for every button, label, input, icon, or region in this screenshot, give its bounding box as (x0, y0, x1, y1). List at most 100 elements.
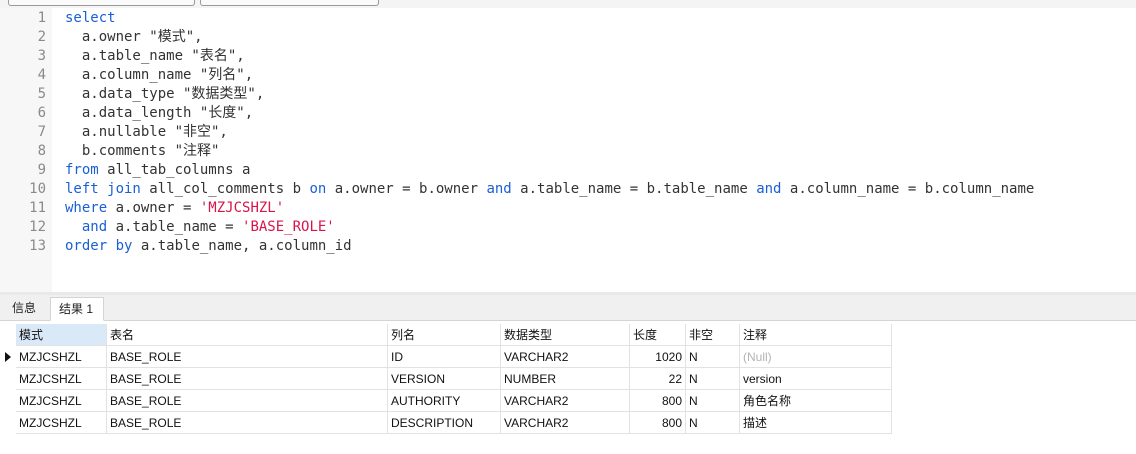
tab-info[interactable]: 信息 (4, 297, 44, 319)
sql-keyword: and (756, 181, 782, 197)
table-cell[interactable]: BASE_ROLE (107, 368, 388, 390)
code-line[interactable]: 4 a.column_name "列名", (0, 66, 1136, 85)
code-text: a.column_name "列名", (65, 66, 253, 85)
line-number: 7 (37, 124, 46, 140)
table-cell[interactable]: 1020 (630, 346, 686, 368)
code-text: and a.table_name = 'BASE_ROLE' (65, 218, 335, 237)
sql-text: a.data_type "数据类型", (65, 86, 265, 102)
sql-keyword: on (309, 181, 327, 197)
table-cell[interactable]: VARCHAR2 (501, 346, 630, 368)
table-cell[interactable]: version (740, 368, 892, 390)
sql-text: a.table_name = b.table_name (511, 181, 757, 197)
code-text: a.data_length "长度", (65, 104, 253, 123)
column-header[interactable]: 长度 (630, 324, 686, 346)
table-cell[interactable]: 800 (630, 412, 686, 434)
column-header[interactable]: 列名 (388, 324, 501, 346)
table-cell[interactable]: BASE_ROLE (107, 412, 388, 434)
line-number: 4 (37, 67, 46, 83)
table-cell[interactable]: 800 (630, 390, 686, 412)
column-header[interactable]: 模式 (16, 324, 107, 346)
sql-keyword: order by (65, 238, 133, 254)
code-line[interactable]: 8 b.comments "注释" (0, 142, 1136, 161)
line-number: 13 (29, 238, 46, 254)
table-cell[interactable]: DESCRIPTION (388, 412, 501, 434)
table-cell[interactable]: ID (388, 346, 501, 368)
sql-text: a.data_length "长度", (65, 105, 254, 121)
sql-text: all_tab_columns a (98, 162, 251, 178)
code-text: a.owner "模式", (65, 28, 203, 47)
sql-text: b.comments "注释" (65, 143, 220, 159)
sql-keyword: from (65, 162, 99, 178)
code-line[interactable]: 12 and a.table_name = 'BASE_ROLE' (0, 218, 1136, 237)
table-cell[interactable]: MZJCSHZL (16, 346, 107, 368)
code-line[interactable]: 9 from all_tab_columns a (0, 161, 1136, 180)
column-header[interactable]: 表名 (107, 324, 388, 346)
code-line[interactable]: 7 a.nullable "非空", (0, 123, 1136, 142)
sql-keyword: left join (65, 181, 141, 197)
table-cell[interactable]: NUMBER (501, 368, 630, 390)
code-line[interactable]: 6 a.data_length "长度", (0, 104, 1136, 123)
table-cell[interactable]: N (686, 390, 740, 412)
table-cell[interactable]: VARCHAR2 (501, 390, 630, 412)
code-line[interactable]: 13 order by a.table_name, a.column_id (0, 237, 1136, 256)
current-row-indicator (0, 346, 16, 368)
code-line[interactable]: 2 a.owner "模式", (0, 28, 1136, 47)
table-row[interactable]: MZJCSHZL BASE_ROLE VERSION NUMBER 22 Nversion (0, 368, 892, 390)
toolbar-button-right[interactable] (200, 0, 379, 6)
code-text: b.comments "注释" (65, 142, 220, 161)
table-cell[interactable]: MZJCSHZL (16, 390, 107, 412)
table-cell[interactable]: VARCHAR2 (501, 412, 630, 434)
code-text: from all_tab_columns a (65, 161, 250, 180)
result-tabs: 信息 结果 1 (0, 295, 1136, 321)
code-line[interactable]: 11 where a.owner = 'MZJCSHZL' (0, 199, 1136, 218)
code-text: order by a.table_name, a.column_id (65, 237, 352, 256)
top-toolbar (0, 0, 1136, 8)
sql-text: all_col_comments b (140, 181, 310, 197)
sql-text: a.nullable "非空", (65, 124, 228, 140)
table-cell[interactable]: 描述 (740, 412, 892, 434)
table-cell[interactable]: AUTHORITY (388, 390, 501, 412)
sql-editor[interactable]: 1 select 2 a.owner "模式", 3 a.table_name "表名… (0, 8, 1136, 292)
table-cell[interactable]: BASE_ROLE (107, 346, 388, 368)
code-text: left join all_col_comments b on a.owner … (65, 180, 1034, 199)
column-header[interactable]: 非空 (686, 324, 740, 346)
sql-text: a.owner = b.owner (326, 181, 487, 197)
line-number: 8 (37, 143, 46, 159)
table-cell[interactable]: 22 (630, 368, 686, 390)
table-row[interactable]: MZJCSHZL BASE_ROLE AUTHORITY VARCHAR2 800 N 角色… (0, 390, 892, 412)
column-header[interactable]: 注释 (740, 324, 892, 346)
line-number: 1 (37, 10, 46, 26)
sql-text: a.table_name "表名", (65, 48, 245, 64)
code-text: a.table_name "表名", (65, 47, 245, 66)
table-cell[interactable]: N (686, 346, 740, 368)
table-row[interactable]: MZJCSHZL BASE_ROLE DESCRIPTION VARCHAR2 800 N… (0, 412, 892, 434)
table-cell[interactable]: MZJCSHZL (16, 368, 107, 390)
line-number: 5 (37, 86, 46, 102)
line-number: 10 (29, 181, 46, 197)
table-cell[interactable]: VERSION (388, 368, 501, 390)
code-line[interactable]: 10 left join all_col_comments b on a.owne… (0, 180, 1136, 199)
code-line[interactable]: 5 a.data_type "数据类型", (0, 85, 1136, 104)
table-row[interactable]: MZJCSHZL BASE_ROLE ID VARCHAR2 1020 N (Null) (0, 346, 892, 368)
sql-text: a.table_name = (107, 219, 243, 235)
tab-result-1[interactable]: 结果 1 (50, 297, 104, 321)
column-header[interactable]: 数据类型 (501, 324, 630, 346)
line-number: 12 (29, 219, 46, 235)
toolbar-button-left[interactable] (8, 0, 195, 6)
sql-string: 'MZJCSHZL' (199, 200, 285, 216)
table-cell[interactable]: 角色名称 (740, 390, 892, 412)
sql-string: 'BASE_ROLE' (242, 219, 335, 235)
table-cell[interactable]: N (686, 412, 740, 434)
result-grid[interactable]: 模式 表名 列名 数据类型 长度 非空 注释 MZJCSHZL BASE_ROLE ID VARC… (0, 321, 1136, 454)
code-line[interactable]: 1 select (0, 9, 1136, 28)
table-cell[interactable]: MZJCSHZL (16, 412, 107, 434)
table-cell[interactable]: (Null) (740, 346, 892, 368)
row-pointer-icon (5, 352, 11, 362)
table-cell[interactable]: N (686, 368, 740, 390)
sql-keyword: and (486, 181, 512, 197)
sql-text: a.table_name, a.column_id (132, 238, 352, 254)
table-cell[interactable]: BASE_ROLE (107, 390, 388, 412)
code-line[interactable]: 3 a.table_name "表名", (0, 47, 1136, 66)
sql-keyword: select (65, 10, 116, 26)
